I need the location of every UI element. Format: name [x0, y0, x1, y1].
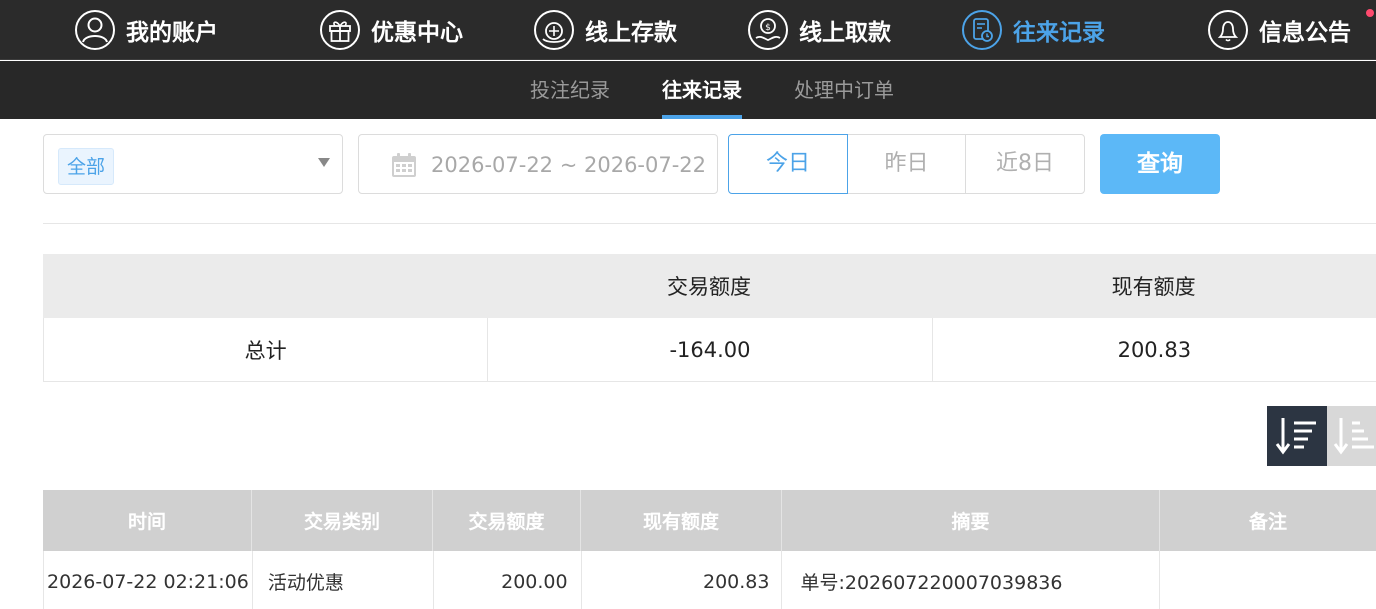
nav-label: 往来记录	[1013, 20, 1105, 46]
caret-down-icon	[318, 158, 330, 167]
sort-ascending-button[interactable]	[1327, 406, 1376, 466]
summary-header-cell	[43, 254, 487, 318]
summary-current-balance: 200.83	[931, 318, 1376, 381]
cell-summary: 单号:202607220007039836	[782, 551, 1161, 609]
nav-item-announcements[interactable]: 信息公告	[1207, 8, 1351, 52]
summary-header: 交易额度 现有额度	[43, 254, 1376, 318]
withdraw-icon: $	[748, 10, 788, 50]
summary-total-row: 总计 -164.00 200.83	[43, 318, 1376, 382]
range-today-button[interactable]: 今日	[728, 134, 848, 194]
cell-type: 活动优惠	[253, 551, 434, 609]
tab-bet-records[interactable]: 投注纪录	[530, 61, 610, 119]
date-range-picker[interactable]: 2026-07-22 ~ 2026-07-22	[358, 134, 718, 194]
user-icon	[75, 10, 115, 50]
deposit-icon	[534, 10, 574, 50]
cell-remark	[1160, 551, 1376, 609]
calendar-icon	[392, 153, 416, 177]
sub-navigation: 投注纪录 往来记录 处理中订单	[0, 61, 1376, 119]
cell-amount: 200.00	[434, 551, 582, 609]
sort-asc-icon	[1333, 418, 1374, 455]
column-header-remark[interactable]: 备注	[1160, 490, 1376, 551]
selected-type-tag: 全部	[58, 148, 115, 185]
summary-header-cell: 交易额度	[667, 275, 751, 299]
records-icon	[962, 10, 1002, 50]
summary-transaction-amount: -164.00	[487, 318, 931, 381]
range-yesterday-button[interactable]: 昨日	[847, 134, 966, 194]
svg-text:$: $	[765, 23, 771, 33]
nav-label: 线上取款	[799, 20, 891, 46]
gift-icon	[320, 10, 360, 50]
type-select[interactable]: 全部	[43, 134, 343, 194]
nav-item-online-withdraw[interactable]: $ 线上取款	[747, 8, 891, 52]
tab-transaction-records[interactable]: 往来记录	[662, 61, 742, 119]
summary-table: 交易额度 现有额度 总计 -164.00 200.83	[43, 254, 1376, 382]
nav-label: 信息公告	[1259, 20, 1351, 46]
column-header-summary[interactable]: 摘要	[782, 490, 1160, 551]
top-navigation: 我的账户 优惠中心 线上存款 $ 线上取款 往来记录 信息公告	[0, 0, 1376, 60]
query-button[interactable]: 查询	[1100, 134, 1220, 194]
column-header-balance[interactable]: 现有额度	[581, 490, 782, 551]
table-row[interactable]: 2026-07-22 02:21:06 活动优惠 200.00 200.83 单…	[43, 551, 1376, 609]
cell-time: 2026-07-22 02:21:06	[44, 551, 253, 609]
summary-total-label: 总计	[244, 338, 287, 363]
nav-item-online-deposit[interactable]: 线上存款	[533, 8, 677, 52]
range-last-8-days-button[interactable]: 近8日	[965, 134, 1085, 194]
sort-desc-icon	[1275, 418, 1316, 455]
summary-header-cell: 现有额度	[1111, 275, 1196, 299]
records-table: 时间 交易类别 交易额度 现有额度 摘要 备注 2026-07-22 02:21…	[43, 490, 1376, 609]
nav-label: 优惠中心	[371, 20, 463, 46]
divider	[43, 223, 1376, 224]
bell-icon	[1208, 10, 1248, 50]
date-range-value: 2026-07-22 ~ 2026-07-22	[431, 153, 707, 177]
column-header-amount[interactable]: 交易额度	[433, 490, 581, 551]
records-header: 时间 交易类别 交易额度 现有额度 摘要 备注	[43, 490, 1376, 551]
cell-balance: 200.83	[582, 551, 783, 609]
tab-pending-orders[interactable]: 处理中订单	[794, 61, 894, 119]
nav-label: 线上存款	[585, 20, 677, 46]
notification-dot	[1366, 9, 1374, 17]
column-header-type[interactable]: 交易类别	[252, 490, 433, 551]
nav-item-my-account[interactable]: 我的账户	[74, 8, 218, 52]
nav-item-promotions[interactable]: 优惠中心	[319, 8, 463, 52]
nav-item-transaction-records[interactable]: 往来记录	[961, 8, 1105, 52]
sort-descending-button[interactable]	[1267, 406, 1327, 466]
nav-label: 我的账户	[126, 20, 218, 46]
column-header-time[interactable]: 时间	[43, 490, 252, 551]
